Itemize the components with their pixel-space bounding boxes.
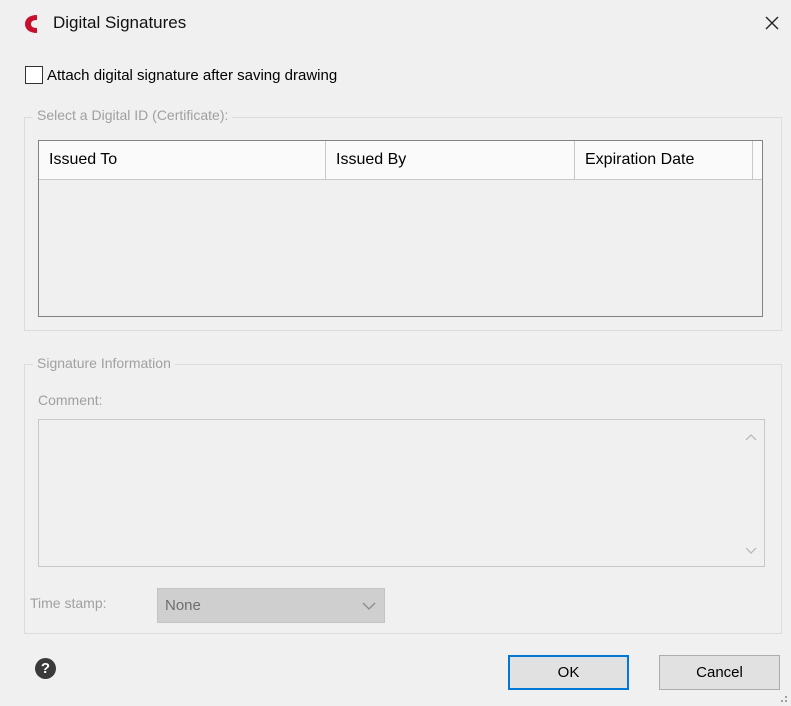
timestamp-label: Time stamp:	[30, 595, 107, 611]
comment-label: Comment:	[38, 392, 103, 408]
digital-signatures-dialog: Digital Signatures Attach digital signat…	[0, 0, 791, 706]
window-title: Digital Signatures	[53, 13, 187, 32]
cancel-button[interactable]: Cancel	[659, 655, 780, 690]
scroll-up-icon[interactable]	[744, 430, 758, 444]
certificate-table[interactable]: Issued To Issued By Expiration Date	[38, 140, 763, 317]
ok-button[interactable]: OK	[508, 655, 629, 690]
certificate-group-label: Select a Digital ID (Certificate):	[33, 107, 233, 123]
close-icon	[765, 16, 779, 30]
help-icon[interactable]: ?	[35, 658, 56, 679]
close-button[interactable]	[758, 8, 786, 38]
title-bar: Digital Signatures	[0, 0, 791, 48]
comment-textarea[interactable]	[38, 419, 765, 567]
app-logo-icon	[25, 15, 37, 33]
chevron-down-icon	[362, 602, 376, 610]
signature-information-label: Signature Information	[33, 355, 175, 371]
column-header-issued-by[interactable]: Issued By	[326, 141, 575, 179]
attach-signature-label[interactable]: Attach digital signature after saving dr…	[47, 67, 337, 84]
column-header-expiration-date[interactable]: Expiration Date	[575, 141, 753, 179]
attach-signature-row[interactable]: Attach digital signature after saving dr…	[25, 64, 337, 86]
resize-grip-icon[interactable]	[780, 695, 788, 703]
attach-signature-checkbox[interactable]	[25, 66, 43, 84]
timestamp-dropdown[interactable]: None	[157, 588, 385, 623]
scroll-down-icon[interactable]	[744, 544, 758, 558]
column-header-issued-to[interactable]: Issued To	[39, 141, 326, 179]
table-header: Issued To Issued By Expiration Date	[39, 141, 762, 180]
timestamp-selected-value: None	[165, 597, 201, 614]
